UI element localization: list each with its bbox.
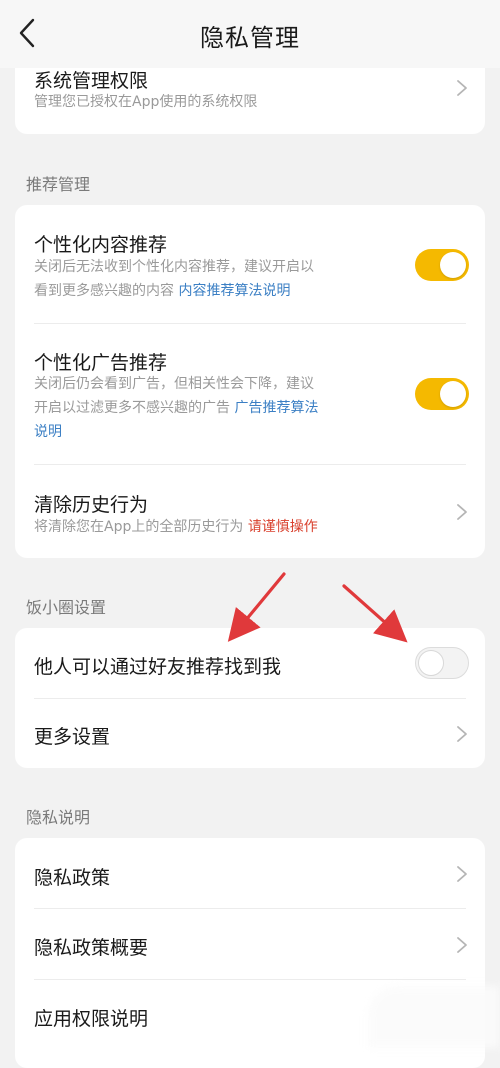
content-recommend-toggle[interactable] [415,249,469,281]
ad-recommend-desc: 关闭后仍会看到广告，但相关性会下降，建议 开启以过滤更多不感兴趣的广告 广告推荐… [34,372,394,444]
content-recommend-desc-line2: 看到更多感兴趣的内容 [34,283,174,299]
app-permissions-title: 应用权限说明 [34,1008,149,1030]
content-recommend-desc: 关闭后无法收到个性化内容推荐，建议开启以 看到更多感兴趣的内容 内容推荐算法说明 [34,255,394,303]
privacy-summary-row[interactable]: 隐私政策概要 [15,909,485,979]
ad-algorithm-link-cont[interactable]: 说明 [34,420,394,444]
system-permissions-desc: 管理您已授权在App使用的系统权限 [34,94,258,110]
clear-history-desc: 将清除您在App上的全部历史行为 请谨慎操作 [34,515,318,539]
ad-recommend-title: 个性化广告推荐 [34,352,168,374]
clear-history-desc-text: 将清除您在App上的全部历史行为 [34,519,244,535]
content-recommend-title: 个性化内容推荐 [34,234,168,256]
chevron-right-icon [457,937,467,953]
toggle-knob [418,650,444,676]
clear-history-row[interactable]: 清除历史行为 将清除您在App上的全部历史行为 请谨慎操作 [15,465,485,558]
circle-card: 他人可以通过好友推荐找到我 更多设置 [15,628,485,768]
privacy-summary-title: 隐私政策概要 [34,937,149,959]
ad-recommend-toggle[interactable] [415,378,469,410]
ad-algorithm-link[interactable]: 广告推荐算法 [234,400,318,416]
section-title-circle: 饭小圈设置 [26,598,107,617]
clear-history-title: 清除历史行为 [34,494,149,516]
ad-recommend-desc-line1: 关闭后仍会看到广告，但相关性会下降，建议 [34,376,314,392]
ad-recommend-row: 个性化广告推荐 关闭后仍会看到广告，但相关性会下降，建议 开启以过滤更多不感兴趣… [15,324,485,464]
find-me-toggle[interactable] [415,647,469,679]
more-settings-row[interactable]: 更多设置 [15,699,485,768]
find-me-row: 他人可以通过好友推荐找到我 [15,628,485,698]
chevron-right-icon [457,504,467,520]
content-recommend-row: 个性化内容推荐 关闭后无法收到个性化内容推荐，建议开启以 看到更多感兴趣的内容 … [15,205,485,323]
toggle-knob [440,252,466,278]
chevron-right-icon [457,866,467,882]
page-title: 隐私管理 [200,24,300,52]
toggle-knob [440,381,466,407]
system-permissions-title: 系统管理权限 [34,70,149,92]
chevron-right-icon [457,726,467,742]
privacy-policy-row[interactable]: 隐私政策 [15,838,485,908]
clear-history-warning: 请谨慎操作 [247,519,318,535]
recommend-card: 个性化内容推荐 关闭后无法收到个性化内容推荐，建议开启以 看到更多感兴趣的内容 … [15,205,485,558]
annotation-arrow-left [227,572,286,642]
annotation-arrow-right [342,584,408,643]
floating-overlay [368,986,500,1048]
chevron-right-icon [457,80,467,96]
privacy-policy-title: 隐私政策 [34,867,111,889]
section-title-privacy: 隐私说明 [26,808,91,827]
content-algorithm-link[interactable]: 内容推荐算法说明 [178,283,290,299]
more-settings-title: 更多设置 [34,726,111,748]
top-bar: 隐私管理 [0,0,500,68]
section-title-recommend: 推荐管理 [26,175,91,194]
ad-recommend-desc-line2: 开启以过滤更多不感兴趣的广告 [34,400,230,416]
content-recommend-desc-line1: 关闭后无法收到个性化内容推荐，建议开启以 [34,259,314,275]
find-me-title: 他人可以通过好友推荐找到我 [34,656,282,678]
